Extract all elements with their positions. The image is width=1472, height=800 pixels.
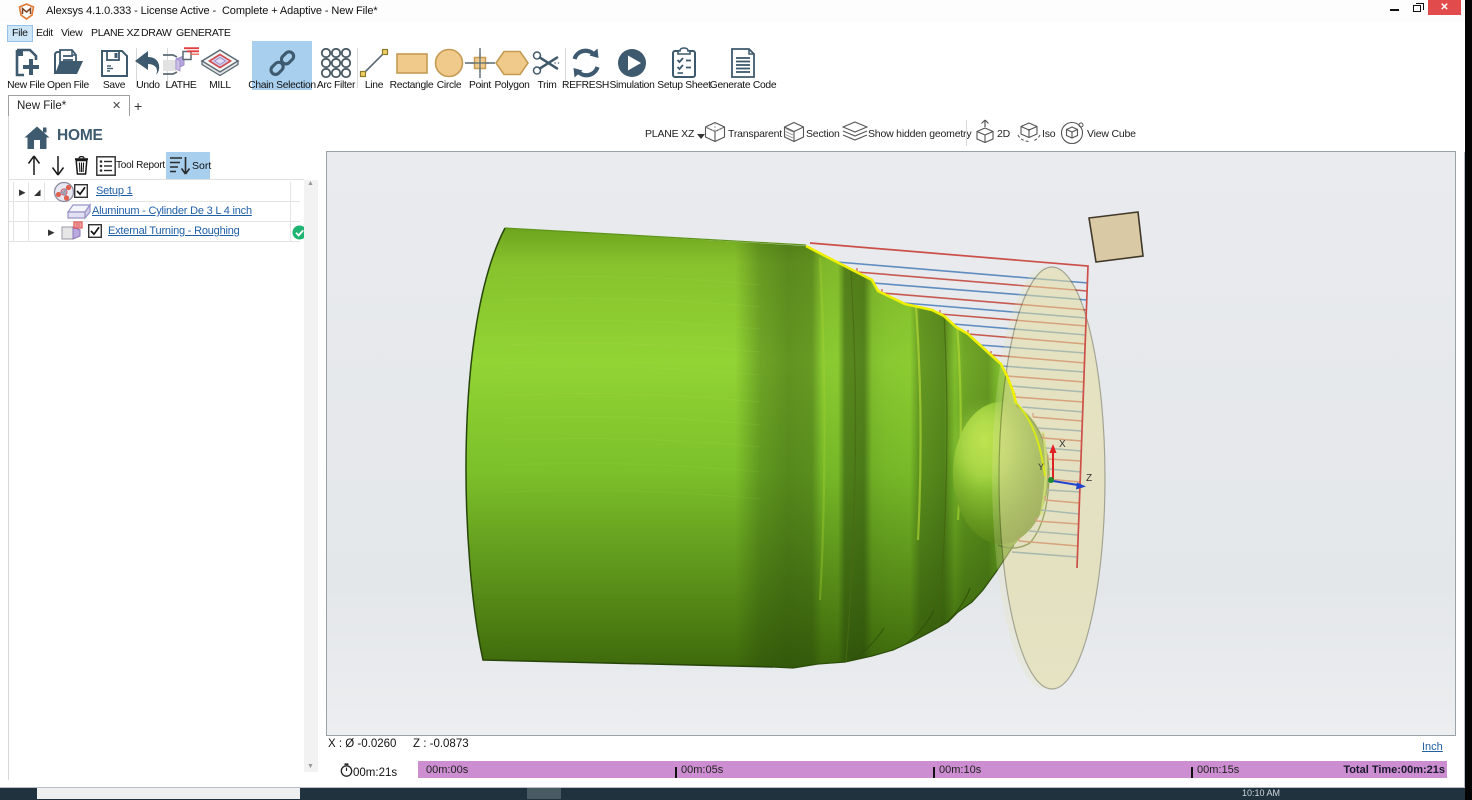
svg-text:X: X [1059,439,1066,450]
svg-text:Y: Y [1038,462,1044,472]
svg-text:Z: Z [1086,473,1092,484]
